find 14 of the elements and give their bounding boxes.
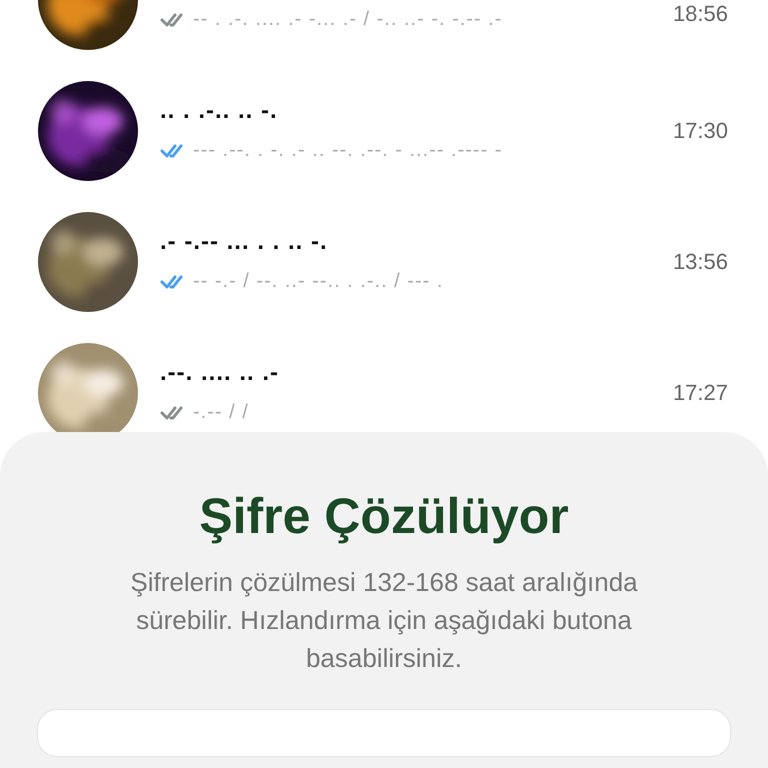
message-time: 17:30: [672, 118, 728, 144]
sheet-description: Şifrelerin çözülmesi 132-168 saat aralığında sürebilir. Hızlandırma için aşağıdaki butona basabilirsiniz.: [129, 566, 639, 675]
message-preview: --- .--. . -. .- .. --. .--. - ...-- .---- -: [193, 139, 502, 162]
input-field[interactable]: [37, 709, 731, 757]
chat-name: .. . .-.. .. -.: [160, 96, 278, 124]
message-time: 17:27: [672, 380, 728, 406]
message-preview: -.-- / /: [193, 401, 249, 424]
chat-name: .--. .... .. .-: [160, 358, 279, 386]
message-preview: -- . .-. .... .- -... .- / -.. ..- -. -.-- .-: [193, 8, 502, 31]
message-preview: -- -.- / --. ..- --.. . .-.. / --- .: [193, 270, 444, 293]
sheet-title: Şifre Çözülüyor: [199, 487, 569, 545]
message-time: 18:56: [672, 1, 728, 27]
chat-name: .- -.-- ... . . .. -.: [160, 228, 328, 256]
message-time: 13:56: [672, 248, 728, 274]
